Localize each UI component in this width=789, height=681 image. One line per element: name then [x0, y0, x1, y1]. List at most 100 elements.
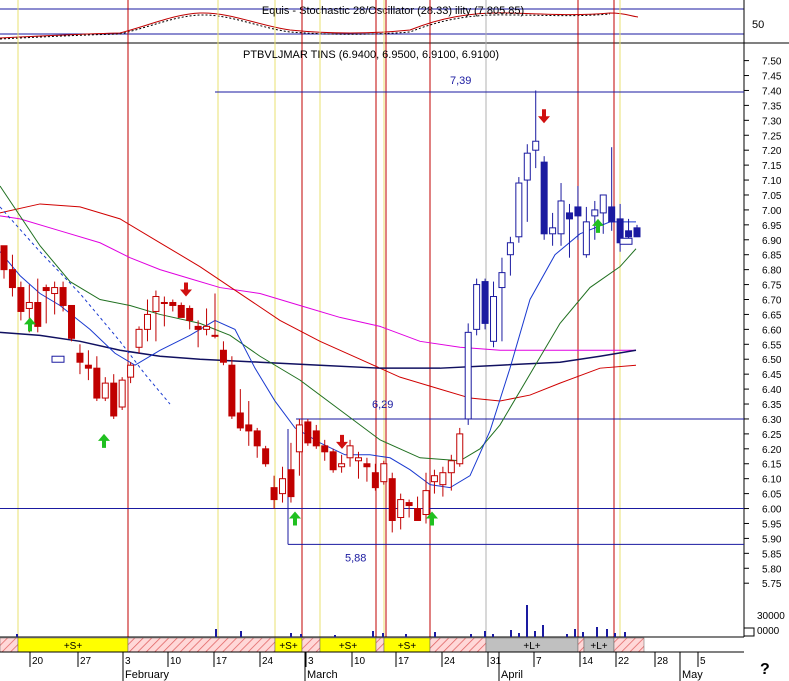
candle-body	[304, 421, 312, 444]
price-tick-label: 7.50	[762, 57, 782, 68]
price-tick-label: 6.20	[762, 445, 782, 456]
candle-body	[211, 334, 219, 337]
sell-arrow-icon	[336, 434, 348, 449]
segment-label: +L+	[590, 641, 607, 652]
level-lines: 7,39 6,29 5,88	[0, 75, 744, 564]
candle-body	[523, 152, 531, 181]
volume-bar	[240, 631, 242, 637]
date-tick-label: 31	[490, 656, 502, 667]
candle-body	[8, 269, 16, 289]
candle-body	[295, 424, 303, 453]
candle-body	[506, 242, 514, 256]
volume-panel: 30000 0000	[0, 605, 785, 638]
date-tick-label: 28	[657, 656, 669, 667]
candle-body	[51, 287, 59, 295]
candle-body	[625, 230, 633, 238]
neutral-segment	[0, 637, 19, 653]
month-label: May	[682, 669, 703, 681]
help-icon[interactable]: ?	[760, 661, 770, 678]
volume-bar	[574, 629, 576, 637]
marker-box	[51, 355, 65, 363]
date-tick-label: 7	[536, 656, 542, 667]
candle-body	[160, 301, 168, 304]
price-tick-label: 7.25	[762, 131, 782, 142]
price-tick-label: 7.10	[762, 176, 782, 187]
candle-body	[93, 367, 101, 399]
green-moving-average	[0, 185, 637, 462]
price-tick-label: 6.25	[762, 430, 782, 441]
volume-bar	[470, 634, 472, 637]
volume-tick-label: 30000	[757, 611, 785, 622]
volume-bar	[405, 634, 407, 637]
candle-body	[228, 364, 236, 417]
event-vertical-lines	[17, 0, 621, 637]
support-label: 5,88	[345, 552, 366, 564]
candle-body	[203, 325, 211, 330]
candle-body	[236, 412, 244, 429]
date-tick-label: 10	[170, 656, 182, 667]
date-tick-label: 27	[80, 656, 92, 667]
candle-body	[177, 304, 185, 318]
neutral-segment	[127, 637, 276, 653]
volume-bar	[382, 633, 384, 637]
volume-bar	[290, 633, 292, 637]
volume-bar	[492, 634, 494, 637]
neutral-segment	[613, 637, 645, 653]
volume-bar	[518, 633, 520, 637]
candle-body	[17, 287, 25, 312]
volume-bar	[334, 635, 336, 637]
volume-box	[743, 627, 755, 637]
volume-bar	[215, 629, 217, 637]
price-tick-label: 6.00	[762, 505, 782, 516]
candle-body	[371, 472, 379, 489]
candle-body	[321, 445, 329, 453]
candle-body	[34, 301, 42, 327]
volume-bar	[300, 634, 302, 637]
candle-body	[565, 212, 573, 220]
mid-level-label: 6,29	[372, 399, 393, 411]
price-tick-label: 6.50	[762, 355, 782, 366]
candle-body	[481, 281, 489, 324]
volume-bar	[534, 631, 536, 637]
candle-body	[633, 227, 641, 238]
candle-body	[354, 457, 362, 462]
candle-body	[338, 463, 346, 468]
candle-body	[127, 364, 135, 378]
segment-label: +S+	[279, 641, 298, 652]
candle-body	[608, 206, 616, 223]
candle-body	[582, 221, 590, 256]
instrument-label: PTBVLJMAR TINS (6.9400, 6.9500, 6.9100, …	[243, 49, 499, 61]
candle-body	[312, 430, 320, 447]
price-tick-label: 6.15	[762, 460, 782, 471]
candle-body	[363, 463, 371, 468]
price-tick-label: 7.15	[762, 161, 782, 172]
candle-body	[430, 475, 438, 483]
neutral-segment	[577, 637, 585, 653]
volume-tick-label: 0000	[757, 626, 780, 637]
volume-bar	[372, 631, 374, 637]
month-label: February	[125, 669, 170, 681]
volume-bar	[614, 633, 616, 637]
neutral-segment	[429, 637, 487, 653]
candle-body	[574, 206, 582, 217]
chart-canvas: Equis - Stochastic 28/Oscillator (28.33)…	[0, 0, 789, 681]
date-axis: 20 27 3 10 17 24 3 10 17 24 31 7 14 22 28 5 February Marc…	[0, 651, 744, 681]
trend-line	[0, 206, 171, 405]
candle-body	[498, 272, 506, 289]
candle-body	[42, 287, 50, 292]
candle-body	[473, 284, 481, 330]
month-label: March	[307, 669, 338, 681]
candle-body	[169, 301, 177, 306]
price-tick-label: 7.35	[762, 101, 782, 112]
price-tick-label: 5.80	[762, 564, 782, 575]
oscillator-panel: Equis - Stochastic 28/Oscillator (28.33)…	[0, 5, 789, 44]
price-tick-label: 6.55	[762, 340, 782, 351]
candle-body	[59, 287, 67, 306]
price-tick-label: 7.00	[762, 206, 782, 217]
candle-body	[414, 508, 422, 521]
candle-body	[422, 490, 430, 516]
candle-body	[0, 245, 8, 271]
candle-body	[152, 296, 160, 312]
candle-body	[346, 445, 354, 459]
buy-arrow-icon	[592, 218, 604, 233]
